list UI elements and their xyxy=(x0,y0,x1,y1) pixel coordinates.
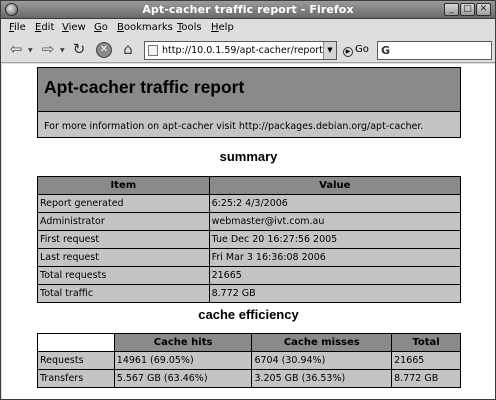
summary-header-row: Item Value xyxy=(37,176,462,195)
summary-item-label: Total requests xyxy=(37,266,210,285)
summary-item-value: webmaster@ivt.com.au xyxy=(208,212,462,231)
cache-efficiency-table: Cache hits Cache misses Total Requests 1… xyxy=(37,333,461,388)
summary-heading: summary xyxy=(219,149,278,164)
column-header-value: Value xyxy=(208,176,462,195)
home-icon[interactable]: ⌂ xyxy=(119,41,137,58)
table-row: Transfers 5.567 GB (63.46%) 3.205 GB (36… xyxy=(37,369,461,388)
address-dropdown-chevron-down-icon[interactable]: ▼ xyxy=(323,42,336,59)
total-cell: 21665 xyxy=(391,351,461,370)
menu-go[interactable]: Go xyxy=(94,22,108,33)
summary-item-label: First request xyxy=(37,230,210,249)
efficiency-header-row: Cache hits Cache misses Total xyxy=(37,333,461,352)
menu-help[interactable]: Help xyxy=(211,22,234,33)
menu-edit[interactable]: Edit xyxy=(35,22,54,33)
back-history-chevron-down-icon[interactable]: ▼ xyxy=(28,47,33,54)
info-text: For more information on apt-cacher visit… xyxy=(44,121,424,132)
google-search-engine-icon[interactable]: G xyxy=(381,44,390,57)
cache-misses-cell: 6704 (30.94%) xyxy=(251,351,393,370)
menu-bookmarks[interactable]: Bookmarks xyxy=(117,22,173,33)
column-header-cache-misses: Cache misses xyxy=(251,333,393,352)
table-row: Administrator webmaster@ivt.com.au xyxy=(37,212,462,231)
table-row: Requests 14961 (69.05%) 6704 (30.94%) 21… xyxy=(37,351,461,370)
maximize-button[interactable]: □ xyxy=(460,3,475,16)
forward-arrow-icon[interactable]: ⇨ xyxy=(39,41,57,58)
menu-view[interactable]: View xyxy=(62,22,86,33)
cache-efficiency-heading: cache efficiency xyxy=(198,307,299,322)
summary-item-label: Administrator xyxy=(37,212,210,231)
table-row: First request Tue Dec 20 16:27:56 2005 xyxy=(37,230,462,249)
cache-misses-cell: 3.205 GB (36.53%) xyxy=(251,369,393,388)
address-bar[interactable]: http://10.0.1.59/apt-cacher/report ▼ xyxy=(144,41,337,60)
table-row: Total requests 21665 xyxy=(37,266,462,285)
column-header-blank xyxy=(37,333,115,352)
title-bar: Apt-cacher traffic report - Firefox _ □ … xyxy=(1,1,495,19)
navigation-toolbar: ⇦ ▼ ⇨ ▼ ↻ ✕ ⌂ http://10.0.1.59/apt-cache… xyxy=(1,37,495,63)
reload-icon[interactable]: ↻ xyxy=(70,41,88,58)
summary-item-value: 8.772 GB xyxy=(208,284,462,303)
column-header-cache-hits: Cache hits xyxy=(113,333,253,352)
column-header-total: Total xyxy=(391,333,461,352)
go-button[interactable]: ▶ Go xyxy=(343,44,369,57)
summary-item-value: Tue Dec 20 16:27:56 2005 xyxy=(208,230,462,249)
row-label: Requests xyxy=(37,351,115,370)
table-row: Report generated 6:25:2 4/3/2006 xyxy=(37,194,462,213)
summary-item-value: Fri Mar 3 16:36:08 2006 xyxy=(208,248,462,267)
menu-file[interactable]: File xyxy=(9,22,26,33)
page-content: O'REILLY® Apt-cacher traffic report For … xyxy=(2,64,495,399)
cache-hits-cell: 5.567 GB (63.46%) xyxy=(113,369,253,388)
close-button[interactable]: ✕ xyxy=(476,3,491,16)
go-icon: ▶ xyxy=(343,47,353,57)
back-arrow-icon[interactable]: ⇦ xyxy=(7,41,25,58)
search-input[interactable]: G xyxy=(377,41,492,60)
table-row: Last request Fri Mar 3 16:36:08 2006 xyxy=(37,248,462,267)
report-header: Apt-cacher traffic report For more infor… xyxy=(37,67,461,138)
browser-window: Apt-cacher traffic report - Firefox _ □ … xyxy=(0,0,496,400)
window-title: Apt-cacher traffic report - Firefox xyxy=(142,3,354,16)
table-row: Total traffic 8.772 GB xyxy=(37,284,462,303)
summary-item-value: 21665 xyxy=(208,266,462,285)
go-label: Go xyxy=(355,44,369,55)
row-label: Transfers xyxy=(37,369,115,388)
menu-bar: File Edit View Go Bookmarks Tools Help xyxy=(1,19,495,37)
total-cell: 8.772 GB xyxy=(391,369,461,388)
minimize-button[interactable]: _ xyxy=(444,3,459,16)
cache-hits-cell: 14961 (69.05%) xyxy=(113,351,253,370)
column-header-item: Item xyxy=(37,176,210,195)
summary-table: Item Value Report generated 6:25:2 4/3/2… xyxy=(37,176,462,303)
stop-icon[interactable]: ✕ xyxy=(96,42,112,58)
forward-history-chevron-down-icon[interactable]: ▼ xyxy=(60,47,65,54)
page-title: Apt-cacher traffic report xyxy=(44,77,245,97)
summary-item-label: Report generated xyxy=(37,194,210,213)
page-icon xyxy=(148,45,158,56)
summary-item-value: 6:25:2 4/3/2006 xyxy=(208,194,462,213)
menu-tools[interactable]: Tools xyxy=(177,22,202,33)
summary-item-label: Last request xyxy=(37,248,210,267)
address-input[interactable]: http://10.0.1.59/apt-cacher/report xyxy=(162,45,323,56)
summary-item-label: Total traffic xyxy=(37,284,210,303)
